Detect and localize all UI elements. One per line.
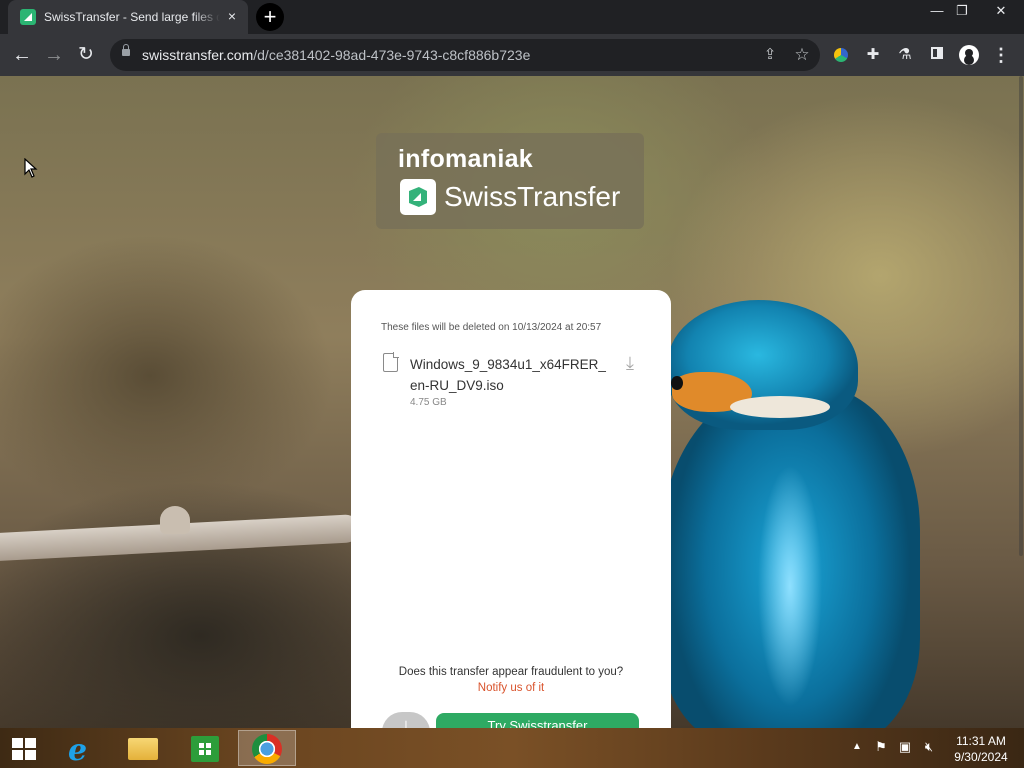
share-icon[interactable]: ⇪ xyxy=(760,45,780,65)
folder-icon xyxy=(128,738,158,760)
extension-icon[interactable] xyxy=(830,44,852,66)
browser-tab[interactable]: SwissTransfer - Send large files quickly… xyxy=(8,0,248,34)
windows-logo-icon xyxy=(12,738,36,760)
tab-title: SwissTransfer - Send large files quickly xyxy=(44,10,220,24)
fraud-notice: Does this transfer appear fraudulent to … xyxy=(391,664,631,696)
profile-icon[interactable] xyxy=(958,44,980,66)
address-bar[interactable]: swisstransfer.com/d/ce381402-98ad-473e-9… xyxy=(110,39,820,71)
taskbar-clock[interactable]: 11:31 AM 9/30/2024 xyxy=(948,733,1014,765)
swisstransfer-favicon-icon xyxy=(20,9,36,25)
back-icon[interactable]: ← xyxy=(8,41,36,69)
kingfisher-eye xyxy=(671,376,683,390)
try-swisstransfer-button[interactable]: Try Swisstransfer xyxy=(436,713,639,728)
chrome-icon xyxy=(252,734,282,764)
window-close-button[interactable]: ✕ xyxy=(982,2,1020,20)
tab-strip: SwissTransfer - Send large files quickly… xyxy=(0,0,1024,34)
url-path: /d/ce381402-98ad-473e-9743-c8cf886b723e xyxy=(253,47,531,63)
transfer-card: These files will be deleted on 10/13/202… xyxy=(351,290,671,728)
browser-toolbar: ← → ↻ swisstransfer.com/d/ce381402-98ad-… xyxy=(0,34,1024,76)
url-text[interactable]: swisstransfer.com/d/ce381402-98ad-473e-9… xyxy=(142,47,530,63)
forward-icon[interactable]: → xyxy=(40,41,68,69)
start-button[interactable] xyxy=(0,730,58,766)
show-hidden-icons-icon[interactable]: ▲ xyxy=(848,738,866,756)
url-domain: swisstransfer.com xyxy=(142,47,254,63)
file-name[interactable]: Windows_9_9834u1_x64FRER_en-RU_DV9.iso xyxy=(410,354,610,396)
page-content: infomaniak SwissTransfer These files wil… xyxy=(0,76,1024,728)
download-icon[interactable]: ⤓ xyxy=(619,352,641,374)
taskbar-store[interactable] xyxy=(176,730,234,766)
lock-icon[interactable] xyxy=(122,44,130,56)
expire-note: These files will be deleted on 10/13/202… xyxy=(381,322,602,333)
file-size: 4.75 GB xyxy=(410,397,447,408)
logo-swisstransfer: SwissTransfer xyxy=(444,181,621,212)
page-scrollbar[interactable] xyxy=(1017,76,1024,728)
reload-icon[interactable]: ↻ xyxy=(72,41,100,69)
volume-muted-icon[interactable]: 🔇︎ xyxy=(920,738,938,756)
file-icon xyxy=(383,352,399,372)
taskbar-internet-explorer[interactable]: e xyxy=(56,730,114,768)
kingfisher-body xyxy=(660,386,920,728)
network-icon[interactable]: ▣ xyxy=(896,738,914,756)
menu-icon[interactable]: ⋮ xyxy=(990,44,1012,66)
logo-infomaniak: infomaniak xyxy=(398,145,533,173)
swisstransfer-logo-icon xyxy=(400,179,436,215)
internet-explorer-icon: e xyxy=(68,733,88,768)
action-center-flag-icon[interactable]: ⚑ xyxy=(872,738,890,756)
window-restore-button[interactable]: ❐ xyxy=(947,2,977,20)
background-branch-knot xyxy=(160,506,190,534)
tab-close-icon[interactable]: × xyxy=(224,8,240,24)
new-tab-button[interactable]: + xyxy=(256,3,284,31)
notify-link[interactable]: Notify us of it xyxy=(478,682,544,694)
mouse-cursor-icon xyxy=(24,158,38,178)
windows-taskbar: e xyxy=(0,728,1024,768)
puzzle-icon[interactable]: ✚ xyxy=(862,44,884,66)
taskbar-file-explorer[interactable] xyxy=(116,730,174,766)
taskbar-chrome[interactable] xyxy=(238,730,296,766)
kingfisher-neck xyxy=(730,396,830,418)
clock-date: 9/30/2024 xyxy=(954,750,1008,764)
fraud-question: Does this transfer appear fraudulent to … xyxy=(398,666,624,678)
clock-time: 11:31 AM xyxy=(956,734,1006,748)
store-icon xyxy=(191,736,219,762)
download-all-button[interactable]: ⤓ xyxy=(382,712,430,728)
flask-icon[interactable]: ⚗ xyxy=(894,44,916,66)
star-icon[interactable]: ☆ xyxy=(792,45,812,65)
scrollbar-thumb[interactable] xyxy=(1019,76,1023,556)
side-panel-icon[interactable] xyxy=(926,44,948,66)
brand-logo[interactable]: infomaniak SwissTransfer xyxy=(376,133,644,229)
